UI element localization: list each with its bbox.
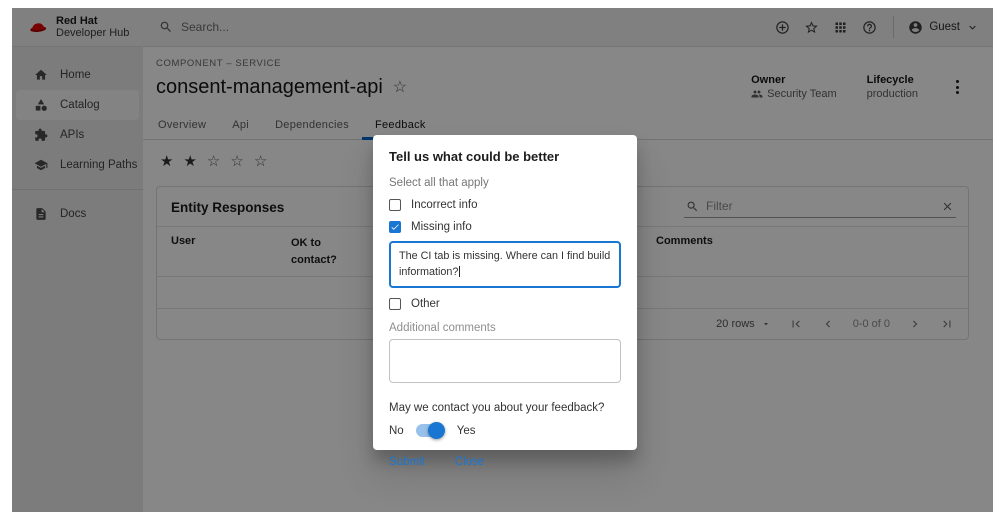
app-window: Red Hat Developer Hub Search... (12, 8, 993, 512)
checkbox-missing-info[interactable]: Missing info (389, 221, 621, 233)
contact-toggle[interactable] (416, 424, 443, 437)
missing-info-textarea[interactable]: The CI tab is missing. Where can I find … (389, 241, 621, 288)
checkbox-icon (389, 199, 401, 211)
dialog-title: Tell us what could be better (389, 149, 621, 164)
checkbox-incorrect-info[interactable]: Incorrect info (389, 199, 621, 211)
checkbox-other[interactable]: Other (389, 298, 621, 310)
checkbox-icon (389, 298, 401, 310)
contact-question: May we contact you about your feedback? (389, 402, 621, 414)
toggle-no-label: No (389, 425, 404, 437)
submit-button[interactable]: Submit (389, 456, 425, 468)
checkbox-icon (389, 221, 401, 233)
additional-comments-textarea[interactable] (389, 339, 621, 383)
feedback-dialog: Tell us what could be better Select all … (373, 135, 637, 450)
dialog-subtitle: Select all that apply (389, 177, 621, 189)
additional-comments-label: Additional comments (389, 322, 621, 334)
close-button[interactable]: Close (455, 456, 484, 468)
toggle-yes-label: Yes (457, 425, 476, 437)
